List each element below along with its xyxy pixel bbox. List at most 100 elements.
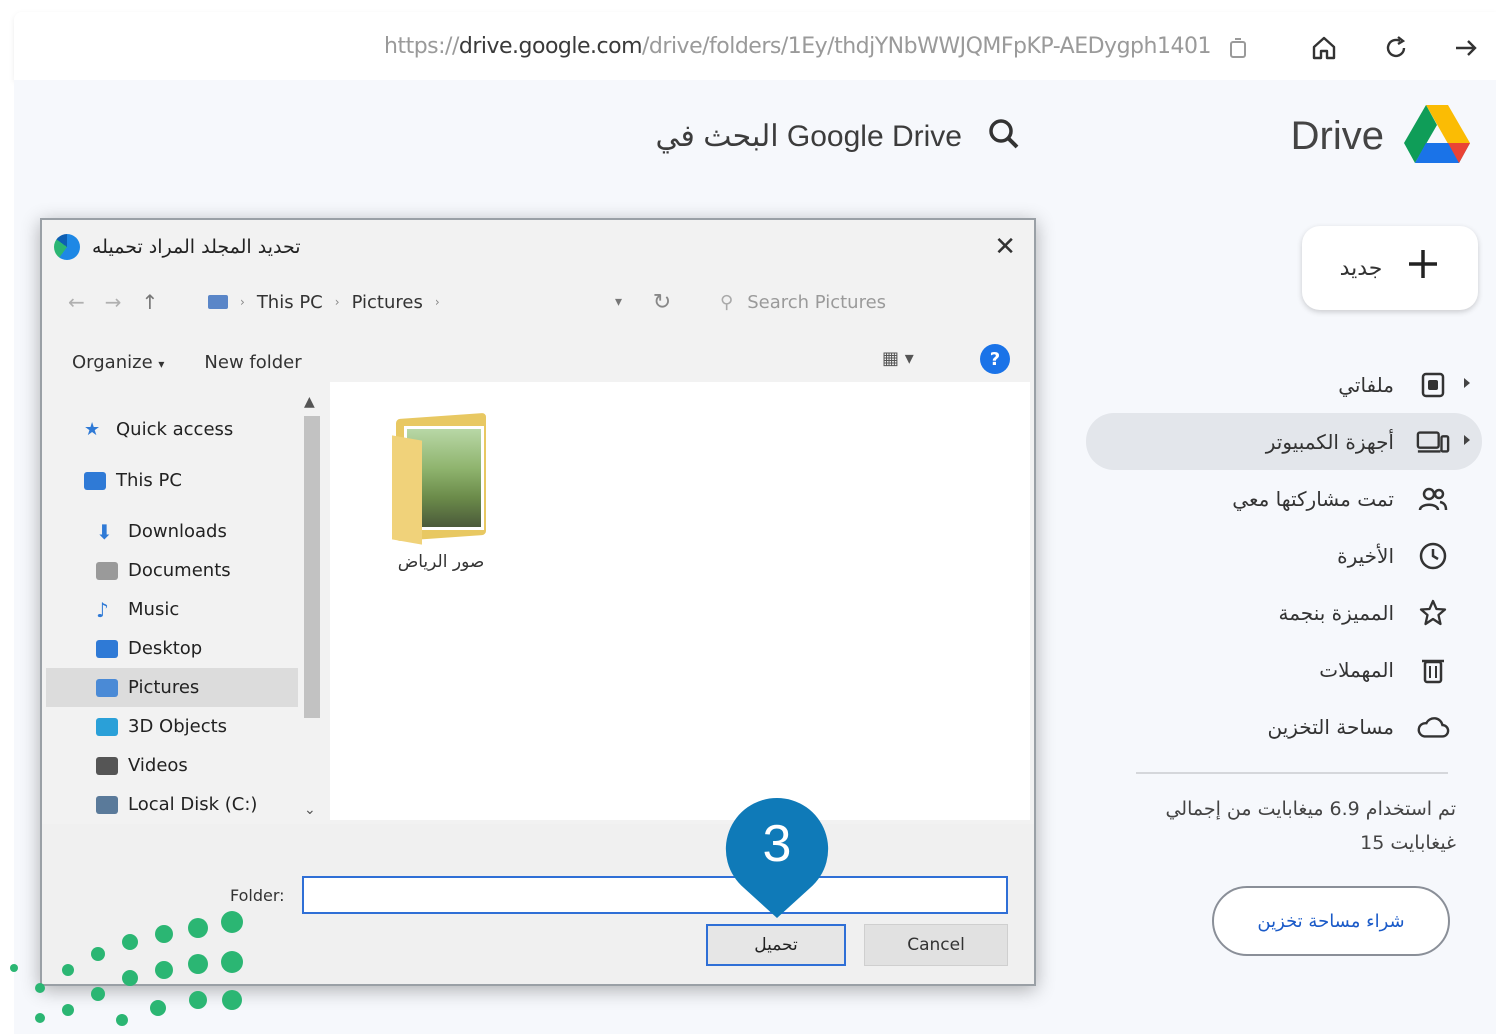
tree-item[interactable]: ★ Quick access xyxy=(46,410,298,449)
sidebar-item-label: تمت مشاركتها معي xyxy=(1232,486,1394,511)
computer-icon xyxy=(84,471,106,490)
drive-search[interactable]: البحث في Google Drive xyxy=(620,100,1030,172)
tree-item[interactable]: 3D Objects xyxy=(46,707,298,746)
expand-arrow-icon[interactable] xyxy=(1464,435,1470,445)
sidebar-item-my-drive[interactable]: ملفاتي xyxy=(1086,356,1482,413)
search-icon: ⚲ xyxy=(720,291,734,313)
upload-button[interactable]: تحميل xyxy=(706,924,846,966)
dialog-title: تحديد المجلد المراد تحميله xyxy=(92,236,301,258)
folder-icon xyxy=(390,412,492,545)
edge-browser-icon xyxy=(54,234,80,260)
search-icon[interactable] xyxy=(986,116,1022,156)
tree-item[interactable]: ⬇ Downloads xyxy=(46,512,298,551)
close-icon[interactable]: ✕ xyxy=(994,232,1016,262)
home-icon[interactable] xyxy=(1306,30,1342,66)
clock-icon xyxy=(1416,539,1450,573)
cloud-icon xyxy=(1416,710,1450,744)
storage-usage-line: تم استخدام 6.9 ميغابايت من إجمالي xyxy=(1165,798,1456,820)
sidebar-item-storage[interactable]: مساحة التخزين xyxy=(1086,698,1482,755)
back-arrow-icon[interactable]: ← xyxy=(68,290,85,314)
forward-arrow-icon[interactable] xyxy=(1448,30,1484,66)
decorative-dot xyxy=(35,983,45,993)
tree-item-label: Videos xyxy=(128,755,188,776)
new-button-label: جديد xyxy=(1339,255,1383,281)
dialog-toolbar: Organize ▾ New folder ▦ ▾ ? xyxy=(52,340,1024,384)
breadcrumb-item[interactable]: This PC xyxy=(257,292,323,313)
sidebar-item-starred[interactable]: المميزة بنجمة xyxy=(1086,584,1482,641)
folder-contents: صور الرياض xyxy=(330,382,1030,820)
decorative-dot xyxy=(150,1000,166,1016)
decorative-dot xyxy=(116,1014,128,1026)
disk-icon xyxy=(96,795,118,814)
view-options-icon[interactable]: ▦ ▾ xyxy=(882,348,914,369)
address-bar[interactable]: https://drive.google.com/drive/folders/1… xyxy=(384,34,1214,59)
star-icon xyxy=(1416,596,1450,630)
decorative-dot xyxy=(221,951,243,973)
drive-logo-text: Drive xyxy=(1290,113,1384,158)
decorative-dots-logo xyxy=(10,911,243,1026)
tree-item-label: Music xyxy=(128,599,180,620)
step-number: 3 xyxy=(762,815,792,873)
organize-menu[interactable]: Organize ▾ xyxy=(52,352,184,373)
tree-item[interactable]: Videos xyxy=(46,746,298,785)
sidebar-item-label: أجهزة الكمبيوتر xyxy=(1265,429,1394,454)
storage-total-line: 15 غيغابايت xyxy=(1360,832,1456,854)
tree-item[interactable]: This PC xyxy=(46,461,298,500)
document-icon xyxy=(96,561,118,580)
tree-item-label: Downloads xyxy=(128,521,227,542)
scroll-up-icon[interactable]: ▲ xyxy=(304,394,315,410)
dialog-breadcrumb[interactable]: › This PC › Pictures › ▾ xyxy=(202,282,632,322)
new-button[interactable]: جديد xyxy=(1302,226,1478,310)
expand-arrow-icon[interactable] xyxy=(1464,378,1470,388)
dialog-search-input[interactable]: ⚲ Search Pictures xyxy=(706,282,996,322)
sidebar-item-recent[interactable]: الأخيرة xyxy=(1086,527,1482,584)
tree-item[interactable]: Local Disk (C:) xyxy=(46,785,298,824)
scroll-down-icon[interactable]: ⌄ xyxy=(304,802,316,818)
buy-storage-button[interactable]: شراء مساحة تخزين xyxy=(1212,886,1450,956)
plus-icon xyxy=(1406,245,1440,291)
drive-logo[interactable]: Drive xyxy=(1291,96,1472,176)
decorative-dot xyxy=(62,964,74,976)
decorative-dot xyxy=(122,934,138,950)
decorative-dot xyxy=(155,925,173,943)
chevron-down-icon[interactable]: ▾ xyxy=(615,294,632,310)
video-icon xyxy=(96,756,118,775)
search-placeholder: البحث في Google Drive xyxy=(655,119,962,153)
decorative-dot xyxy=(10,964,18,972)
up-arrow-icon[interactable]: ↑ xyxy=(142,290,159,314)
forward-arrow-icon[interactable]: → xyxy=(105,290,122,314)
sidebar-item-trash[interactable]: المهملات xyxy=(1086,641,1482,698)
refresh-icon[interactable]: ↻ xyxy=(632,282,692,322)
sidebar-item-computers[interactable]: أجهزة الكمبيوتر xyxy=(1086,413,1482,470)
reader-mode-icon[interactable] xyxy=(1220,30,1256,66)
breadcrumb-separator-icon: › xyxy=(240,295,245,309)
scrollbar-thumb[interactable] xyxy=(304,416,320,718)
breadcrumb-separator-icon: › xyxy=(434,295,440,309)
storage-usage: تم استخدام 6.9 ميغابايت من إجمالي 15 غيغ… xyxy=(1140,792,1456,860)
navigation-tree: ★ Quick access This PC ⬇ Downloads Documents ♪… xyxy=(46,392,298,820)
tree-item[interactable]: ♪ Music xyxy=(46,590,298,629)
tree-item[interactable]: Documents xyxy=(46,551,298,590)
url-prefix: https:// xyxy=(384,34,459,59)
help-icon[interactable]: ? xyxy=(980,344,1010,374)
tree-scrollbar[interactable]: ▲ ⌄ xyxy=(298,392,326,820)
folder-name-input[interactable] xyxy=(302,876,1008,914)
folder-item[interactable]: صور الرياض xyxy=(376,412,506,572)
folder-item-label: صور الرياض xyxy=(397,552,485,572)
download-icon: ⬇ xyxy=(96,519,113,544)
tree-item-label: Quick access xyxy=(116,419,234,440)
shared-icon xyxy=(1416,482,1450,516)
sidebar-item-label: الأخيرة xyxy=(1337,543,1394,568)
new-folder-button[interactable]: New folder xyxy=(184,352,321,373)
tree-item[interactable]: Desktop xyxy=(46,629,298,668)
url-domain: drive.google.com xyxy=(458,34,643,59)
search-placeholder: Search Pictures xyxy=(747,291,887,313)
breadcrumb-item[interactable]: Pictures xyxy=(352,292,423,313)
music-icon: ♪ xyxy=(96,597,109,622)
tree-item-label: 3D Objects xyxy=(128,716,228,737)
reload-icon[interactable] xyxy=(1378,30,1414,66)
sidebar-item-shared[interactable]: تمت مشاركتها معي xyxy=(1086,470,1482,527)
tree-item[interactable]: Pictures xyxy=(46,668,298,707)
cancel-button[interactable]: Cancel xyxy=(864,924,1008,966)
step-marker: 3 xyxy=(722,794,832,922)
